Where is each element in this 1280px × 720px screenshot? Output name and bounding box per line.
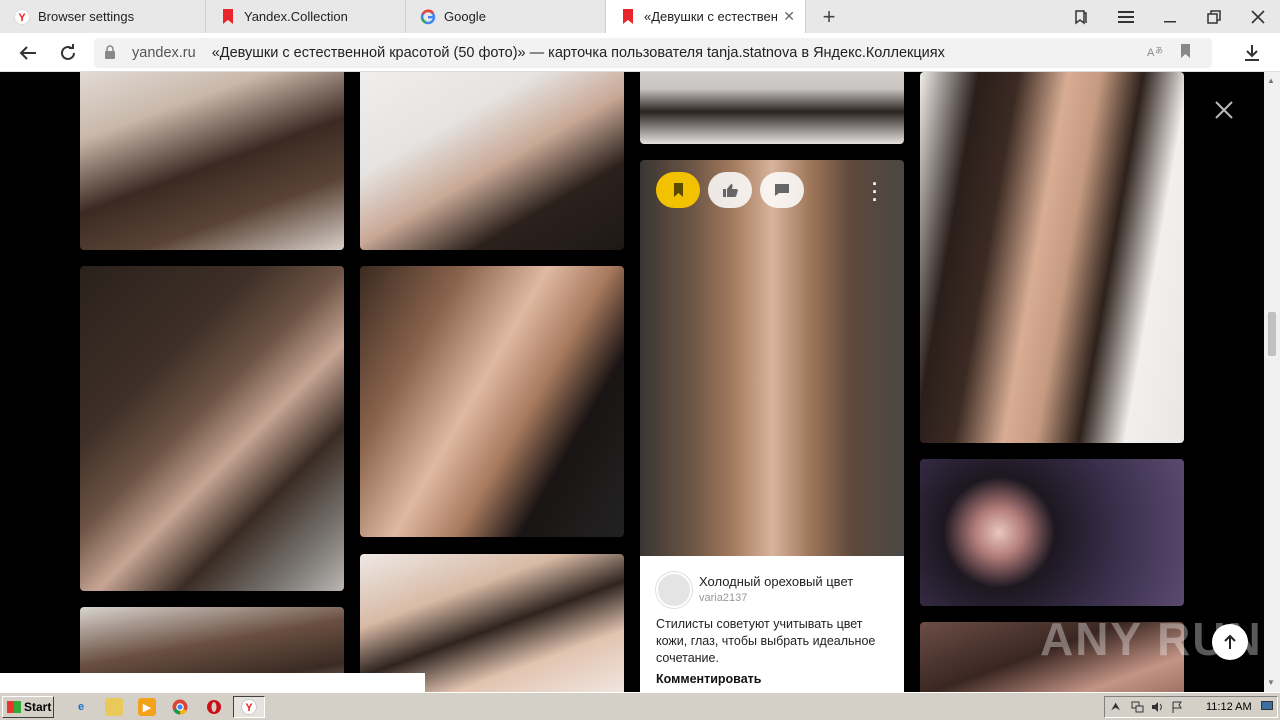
- start-button[interactable]: Start: [2, 696, 54, 718]
- bookmark-icon: [673, 183, 683, 197]
- url-field[interactable]: yandex.ru «Девушки с естественной красот…: [94, 38, 1212, 68]
- scroll-to-top-button[interactable]: [1212, 624, 1248, 660]
- pin-description: Стилисты советуют учитывать цвет кожи, г…: [656, 617, 876, 665]
- lock-icon: [104, 44, 120, 62]
- like-button[interactable]: [708, 172, 752, 208]
- show-desktop-icon[interactable]: [1261, 701, 1273, 715]
- tab-title: «Девушки с естественной: [644, 9, 777, 24]
- comment-icon: [775, 184, 789, 196]
- translate-icon[interactable]: Aあ: [1146, 44, 1164, 63]
- svg-text:あ: あ: [1155, 46, 1163, 55]
- media-player-icon[interactable]: ▶: [138, 698, 156, 716]
- pin-author[interactable]: varia2137: [699, 592, 747, 604]
- yandex-icon: Y: [14, 8, 30, 25]
- status-bar-overlay: [0, 673, 425, 692]
- tab-title: Browser settings: [38, 9, 135, 24]
- tab-title: Google: [444, 9, 486, 24]
- scrollbar-thumb[interactable]: [1268, 312, 1276, 356]
- restore-icon[interactable]: [1201, 5, 1227, 29]
- collection-image[interactable]: [80, 72, 344, 250]
- tab-yandex-collection[interactable]: Yandex.Collection: [206, 0, 406, 33]
- close-icon: [1215, 101, 1233, 119]
- collection-image[interactable]: [360, 72, 624, 250]
- collection-bookmark-icon: [220, 9, 236, 25]
- collection-image[interactable]: [360, 554, 624, 692]
- new-tab-button[interactable]: +: [816, 4, 842, 30]
- url-domain: yandex.ru: [132, 45, 196, 61]
- tab-collection-card[interactable]: «Девушки с естественной ✕: [606, 0, 806, 33]
- download-icon[interactable]: [1239, 40, 1265, 66]
- chrome-icon[interactable]: [171, 698, 189, 716]
- page-title: «Девушки с естественной красотой (50 фот…: [211, 45, 945, 61]
- thumbs-up-icon: [723, 183, 738, 197]
- google-icon: [420, 9, 436, 25]
- taskbar: Start e ▶ Y ⮝ 11:12 AM: [0, 692, 1280, 720]
- close-window-icon[interactable]: [1245, 5, 1271, 29]
- windows-flag-icon: [7, 701, 21, 713]
- bookmarks-icon[interactable]: [1068, 5, 1094, 29]
- network-icon[interactable]: [1131, 701, 1144, 716]
- tab-bar: Y Browser settings Yandex.Collection Goo…: [0, 0, 1280, 33]
- opera-icon[interactable]: [205, 698, 223, 716]
- tab-google[interactable]: Google: [406, 0, 606, 33]
- folder-icon[interactable]: [105, 698, 123, 716]
- collection-image[interactable]: [920, 459, 1184, 606]
- pin-actions: [656, 172, 804, 208]
- menu-icon[interactable]: [1113, 5, 1139, 29]
- collection-image[interactable]: [360, 266, 624, 537]
- collection-bookmark-icon: [620, 9, 636, 25]
- collection-image[interactable]: [640, 72, 904, 144]
- flag-notification-icon[interactable]: [1171, 701, 1183, 716]
- address-bar: yandex.ru «Девушки с естественной красот…: [0, 33, 1280, 72]
- yandex-browser-icon[interactable]: Y: [240, 698, 258, 716]
- collection-image[interactable]: [80, 266, 344, 591]
- scroll-up-arrow-icon[interactable]: ▲: [1267, 76, 1275, 85]
- back-arrow-icon[interactable]: [15, 40, 41, 66]
- comment-button[interactable]: [760, 172, 804, 208]
- tray-expand-icon[interactable]: ⮝: [1111, 701, 1120, 714]
- volume-icon[interactable]: [1151, 701, 1164, 716]
- pin-info-panel: Холодный ореховый цвет varia2137 Стилист…: [640, 556, 904, 692]
- system-tray: ⮝ 11:12 AM: [1104, 696, 1278, 718]
- svg-text:Y: Y: [18, 12, 26, 24]
- collection-image[interactable]: [920, 72, 1184, 443]
- scrollbar[interactable]: ▲ ▼: [1264, 72, 1280, 692]
- internet-explorer-icon[interactable]: e: [72, 698, 90, 716]
- arrow-up-icon: [1224, 634, 1236, 649]
- svg-text:A: A: [1147, 47, 1155, 59]
- minimize-icon[interactable]: [1157, 5, 1183, 29]
- scroll-down-arrow-icon[interactable]: ▼: [1267, 678, 1275, 687]
- reload-icon[interactable]: [55, 40, 81, 66]
- focused-pin-image[interactable]: [640, 160, 904, 556]
- comment-link[interactable]: Комментировать: [656, 672, 761, 686]
- save-to-collection-button[interactable]: [656, 172, 700, 208]
- svg-text:Y: Y: [245, 702, 253, 714]
- close-tab-icon[interactable]: ✕: [783, 8, 795, 25]
- pin-title[interactable]: Холодный ореховый цвет: [699, 574, 853, 589]
- start-label: Start: [24, 700, 52, 714]
- bookmark-icon[interactable]: [1180, 44, 1191, 61]
- tab-title: Yandex.Collection: [244, 9, 348, 24]
- close-viewer-button[interactable]: [1210, 96, 1238, 124]
- more-options-icon[interactable]: · · ·: [872, 175, 878, 209]
- tab-browser-settings[interactable]: Y Browser settings: [0, 0, 206, 33]
- avatar[interactable]: [656, 572, 692, 608]
- collection-viewer: · · · Холодный ореховый цвет varia2137 Сти…: [0, 72, 1280, 692]
- clock: 11:12 AM: [1206, 701, 1252, 713]
